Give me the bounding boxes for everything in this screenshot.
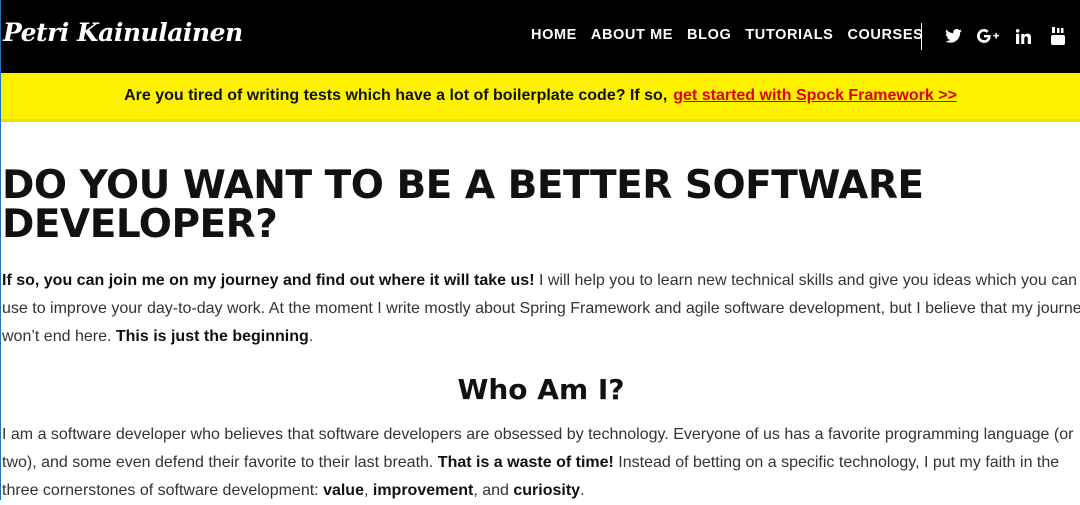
who-paragraph: I am a software developer who believes t… xyxy=(2,421,1080,505)
main-content: DO YOU WANT TO BE A BETTER SOFTWARE DEVE… xyxy=(1,166,1080,505)
separator-1: , xyxy=(363,482,373,499)
who-bold-waste: That is a waste of time! xyxy=(437,454,614,471)
banner-text: Are you tired of writing tests which hav… xyxy=(124,87,668,104)
social-links xyxy=(941,25,1080,47)
nav-home[interactable]: HOME xyxy=(531,27,577,43)
who-text-2-end: Instead of betting on a specific technol… xyxy=(613,454,1060,471)
intro-text-3: won’t end here. xyxy=(2,328,116,345)
nav-blog[interactable]: BLOG xyxy=(687,27,731,43)
main-nav: HOME ABOUT ME BLOG TUTORIALS COURSES xyxy=(531,27,937,43)
who-text-3: three cornerstones of software developme… xyxy=(2,482,324,499)
separator-2: , and xyxy=(473,482,514,499)
linkedin-icon[interactable] xyxy=(1011,25,1035,47)
site-logo[interactable]: Petri Kainulainen xyxy=(3,18,243,47)
intro-bold-beginning: This is just the beginning xyxy=(115,328,309,345)
intro-bold-lead: If so, you can join me on my journey and… xyxy=(2,272,535,289)
intro-text-2: use to improve your day-to-day work. At … xyxy=(2,300,1080,317)
cornerstone-curiosity: curiosity xyxy=(513,482,581,499)
who-text-2: two), and some even defend their favorit… xyxy=(2,454,438,471)
promo-banner: Are you tired of writing tests which hav… xyxy=(1,73,1080,122)
intro-paragraph: If so, you can join me on my journey and… xyxy=(2,267,1080,351)
nav-courses[interactable]: COURSES xyxy=(847,27,923,43)
youtube-icon[interactable] xyxy=(1046,25,1070,47)
cornerstone-improvement: improvement xyxy=(372,482,474,499)
cornerstone-value: value xyxy=(323,482,364,499)
twitter-icon[interactable] xyxy=(941,25,965,47)
intro-text-end: . xyxy=(308,328,314,345)
intro-text-1: I will help you to learn new technical s… xyxy=(534,272,1078,289)
page-title: DO YOU WANT TO BE A BETTER SOFTWARE DEVE… xyxy=(2,163,924,247)
nav-about-me[interactable]: ABOUT ME xyxy=(591,27,673,43)
site-header: Petri Kainulainen HOME ABOUT ME BLOG TUT… xyxy=(1,0,1080,73)
who-am-i-heading: Who Am I? xyxy=(457,373,625,406)
spock-framework-link[interactable]: get started with Spock Framework >> xyxy=(673,87,957,105)
nav-tutorials[interactable]: TUTORIALS xyxy=(745,27,833,43)
who-text-1: I am a software developer who believes t… xyxy=(2,426,1074,443)
who-text-end: . xyxy=(580,482,585,499)
nav-divider xyxy=(921,23,922,50)
google-plus-icon[interactable] xyxy=(976,25,1000,47)
